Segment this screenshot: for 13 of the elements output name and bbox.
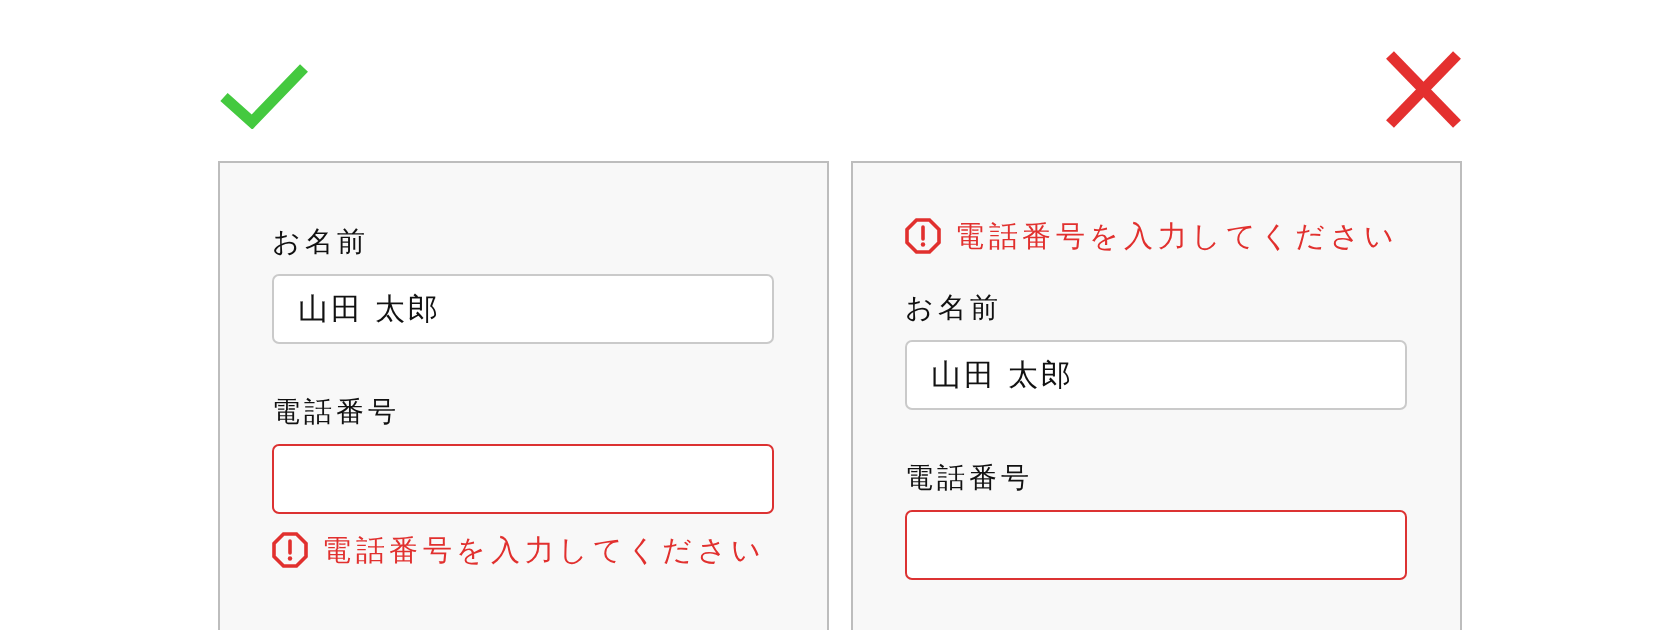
field-label: 電話番号: [905, 460, 1033, 496]
cross-icon: [1385, 50, 1462, 129]
alert-icon: [272, 532, 308, 568]
field-label: 電話番号: [272, 394, 400, 430]
field-label: お名前: [272, 224, 369, 260]
text-field[interactable]: 山田 太郎: [272, 274, 774, 344]
text-field[interactable]: 山田 太郎: [905, 340, 1407, 410]
text-field[interactable]: [272, 444, 774, 514]
text-field[interactable]: [905, 510, 1407, 580]
alert-icon: [905, 218, 941, 254]
error-message: 電話番号を入力してください: [322, 532, 766, 569]
field-label: お名前: [905, 290, 1002, 326]
error-message: 電話番号を入力してください: [955, 218, 1399, 255]
